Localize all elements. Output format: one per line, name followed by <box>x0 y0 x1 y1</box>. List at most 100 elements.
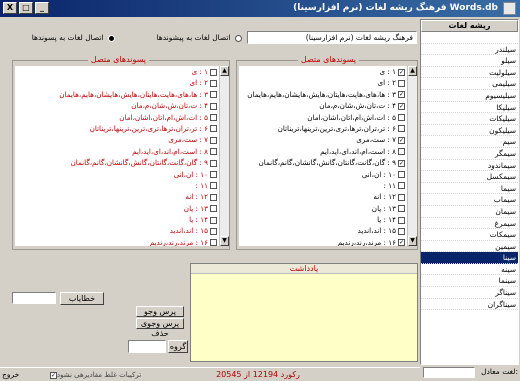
prefix_panel-row[interactable]: ۶ : تر،تران،ترها،تری،ترین،ترینها،تریناتا… <box>15 123 219 134</box>
roots-list[interactable]: ریشه لغات سیلندر سیلو سیلولیت سیلیمی سیلیسیو… <box>420 19 519 365</box>
roots-list-item[interactable]: سیلیسیوم <box>421 90 518 102</box>
prefix_panel-checkbox[interactable] <box>210 193 217 201</box>
suffix_panel-row[interactable]: ۸ : است،ام،اند،ای،اید،ایم <box>239 146 407 157</box>
prefix-list[interactable]: ۱ : ی ۲ : ای ۳ : ها،های،هایت،هایتان،هایش،ه… <box>15 66 219 246</box>
suffix_panel-checkbox[interactable] <box>398 216 405 224</box>
roots-list-item[interactable]: سیلولیت <box>421 67 518 79</box>
radio-suffix-circle[interactable] <box>108 34 115 42</box>
suffix_panel-checkbox[interactable] <box>398 171 405 179</box>
prefix_panel-checkbox[interactable] <box>210 227 217 235</box>
errors-button[interactable]: خطایاب <box>60 292 104 305</box>
suffix_panel-checkbox[interactable]: ✓ <box>398 136 405 144</box>
combo-checkbox[interactable]: ✓ <box>50 371 57 379</box>
error-input[interactable] <box>12 292 56 304</box>
suffix_panel-checkbox[interactable]: ✓ <box>398 68 405 76</box>
suffix_panel-checkbox[interactable]: ✓ <box>398 159 405 167</box>
roots-list-item[interactable]: سیمکات <box>421 229 518 241</box>
suffix_panel-checkbox[interactable] <box>398 227 405 235</box>
suffix_panel-row[interactable]: ۱۱ : <box>239 180 407 191</box>
suffix_panel-checkbox[interactable]: ✓ <box>398 102 405 110</box>
prefix_panel-row[interactable]: ۱۰ : ان،انی <box>15 169 219 180</box>
roots-list-item[interactable]: سیمان <box>421 206 518 218</box>
suffix_panel-row[interactable]: ✓۹ : گان،گانت،گانتان،گانش،گانشان،گانم،گا… <box>239 157 407 168</box>
prefix_panel-row[interactable]: ۴ : ت،تان،ش،شان،م،مان <box>15 100 219 111</box>
prefix_panel-row[interactable]: ۱۴ : یا <box>15 214 219 225</box>
suffix_panel-row[interactable]: ۱۲ : انه <box>239 191 407 202</box>
roots-list-item[interactable]: سیلندر <box>421 44 518 56</box>
suffix_panel-checkbox[interactable] <box>398 79 405 87</box>
roots-list-item[interactable]: سیماندود <box>421 160 518 172</box>
suffix-list[interactable]: ✓۱ : ی۲ : ای ✓۳ : ها،های،هایت،هایتان،هایش… <box>239 66 407 246</box>
suffix_panel-row[interactable]: ۱۴ : یا <box>239 214 407 225</box>
roots-list-item[interactable]: سیمکسل <box>421 171 518 183</box>
prefix_panel-checkbox[interactable] <box>210 205 217 213</box>
suffix_panel-row[interactable]: ✓۳ : ها،های،هایت،هایتان،هایش،هایشان،هایم… <box>239 89 407 100</box>
minimize-button[interactable]: _ <box>35 2 49 14</box>
roots-list-item[interactable]: سینا <box>421 252 518 264</box>
prefix_panel-row[interactable]: ۷ : ست،مری <box>15 134 219 145</box>
suffix_panel-row[interactable]: ۵ : ات،اش،ام،اتان،اشان،امان <box>239 112 407 123</box>
roots-list-item[interactable]: سیماب <box>421 194 518 206</box>
prefix_panel-checkbox[interactable] <box>210 125 217 133</box>
prefix_panel-row[interactable]: ۱۲ : انه <box>15 191 219 202</box>
prefix_panel-checkbox[interactable] <box>210 159 217 167</box>
suffix_panel-row[interactable]: ۶ : تر،تران،ترها،تری،ترین،ترینها،تریناتا… <box>239 123 407 134</box>
roots-list-item[interactable] <box>421 32 518 44</box>
radio-suffix[interactable]: اتصال لغات به پسوندها <box>10 33 115 44</box>
suffix-scrollbar[interactable]: ▲ ▼ <box>407 66 417 246</box>
prefix_panel-checkbox[interactable] <box>210 114 217 122</box>
prefix-scrollbar[interactable]: ▲ ▼ <box>219 66 229 246</box>
roots-list-item[interactable]: سینما <box>421 275 518 288</box>
suffix_panel-checkbox[interactable] <box>398 114 405 122</box>
scroll-down-arrow[interactable]: ▼ <box>220 236 229 246</box>
suffix_panel-checkbox[interactable] <box>398 125 405 133</box>
prefix_panel-row[interactable]: ۵ : ات،اش،ام،اتان،اشان،امان <box>15 112 219 123</box>
roots-list-item[interactable]: سیمین <box>421 241 518 253</box>
suffix_panel-checkbox[interactable] <box>398 205 405 213</box>
suffix_panel-row[interactable]: ✓۴ : ت،تان،ش،شان،م،مان <box>239 100 407 111</box>
suffix_panel-checkbox[interactable] <box>398 182 405 190</box>
radio-prefix[interactable]: اتصال لغات به پیشوندها <box>120 33 242 44</box>
prefix_panel-checkbox[interactable] <box>210 79 217 87</box>
prefix_panel-checkbox[interactable] <box>210 182 217 190</box>
suffix_panel-row[interactable]: ۱۰ : ان،انی <box>239 169 407 180</box>
prefix_panel-checkbox[interactable] <box>210 102 217 110</box>
scroll-up-arrow[interactable]: ▲ <box>408 66 417 76</box>
roots-list-item[interactable]: سینه <box>421 264 518 276</box>
prefix_panel-row[interactable]: ۹ : گان،گانت،گانتان،گانش،گانشان،گانم،گان… <box>15 157 219 168</box>
roots-list-item[interactable]: سیلو <box>421 55 518 67</box>
suffix_panel-row[interactable]: ۱۵ : اند،اندید <box>239 225 407 236</box>
prefix_panel-row[interactable]: ۱۶ : مرند،رند،رندیم <box>15 237 219 246</box>
group-input[interactable] <box>128 340 166 353</box>
prefix_panel-row[interactable]: ۱۱ : <box>15 180 219 191</box>
prefix_panel-row[interactable]: ۱۵ : اند،اندید <box>15 225 219 236</box>
prefix_panel-checkbox[interactable] <box>210 171 217 179</box>
scroll-down-arrow[interactable]: ▼ <box>408 236 417 246</box>
roots-list-item[interactable]: سیمگر <box>421 148 518 160</box>
scroll-up-arrow[interactable]: ▲ <box>220 66 229 76</box>
roots-list-item[interactable]: سیمرغ <box>421 218 518 230</box>
roots-list-item[interactable]: سیناگران <box>421 299 518 311</box>
prefix_panel-row[interactable]: ۸ : است،ام،اند،ای،اید،ایم <box>15 146 219 157</box>
roots-list-item[interactable]: سیلیمی <box>421 78 518 90</box>
delete-query-button[interactable]: پرس وجوی حذف <box>136 318 184 338</box>
prefix_panel-checkbox[interactable] <box>210 68 217 76</box>
exit-button[interactable]: خروج <box>2 369 46 381</box>
prefix_panel-checkbox[interactable] <box>210 91 217 99</box>
roots-list-item[interactable]: سیلیکا <box>421 102 518 114</box>
close-button[interactable]: X <box>3 2 17 14</box>
prefix_panel-row[interactable]: ۲ : ای <box>15 77 219 88</box>
suffix_panel-row[interactable]: ✓۱ : ی <box>239 66 407 77</box>
roots-list-item[interactable]: سیلیکون <box>421 125 518 137</box>
roots-list-item[interactable]: سیناگر <box>421 287 518 299</box>
search-word-button[interactable]: پرس وجو <box>136 306 184 317</box>
suffix_panel-checkbox[interactable] <box>398 193 405 201</box>
prefix_panel-checkbox[interactable] <box>210 148 217 156</box>
suffix_panel-row[interactable]: ۱۳ : یان <box>239 203 407 214</box>
suffix_panel-checkbox[interactable]: ✓ <box>398 91 405 99</box>
radio-prefix-circle[interactable] <box>235 34 242 42</box>
prefix_panel-checkbox[interactable] <box>210 239 217 246</box>
prefix_panel-row[interactable]: ۱۳ : یان <box>15 203 219 214</box>
suffix_panel-row[interactable]: ✓۱۶ : مرند،رند،رندیم <box>239 237 407 246</box>
group-button[interactable]: گروه <box>168 340 188 353</box>
